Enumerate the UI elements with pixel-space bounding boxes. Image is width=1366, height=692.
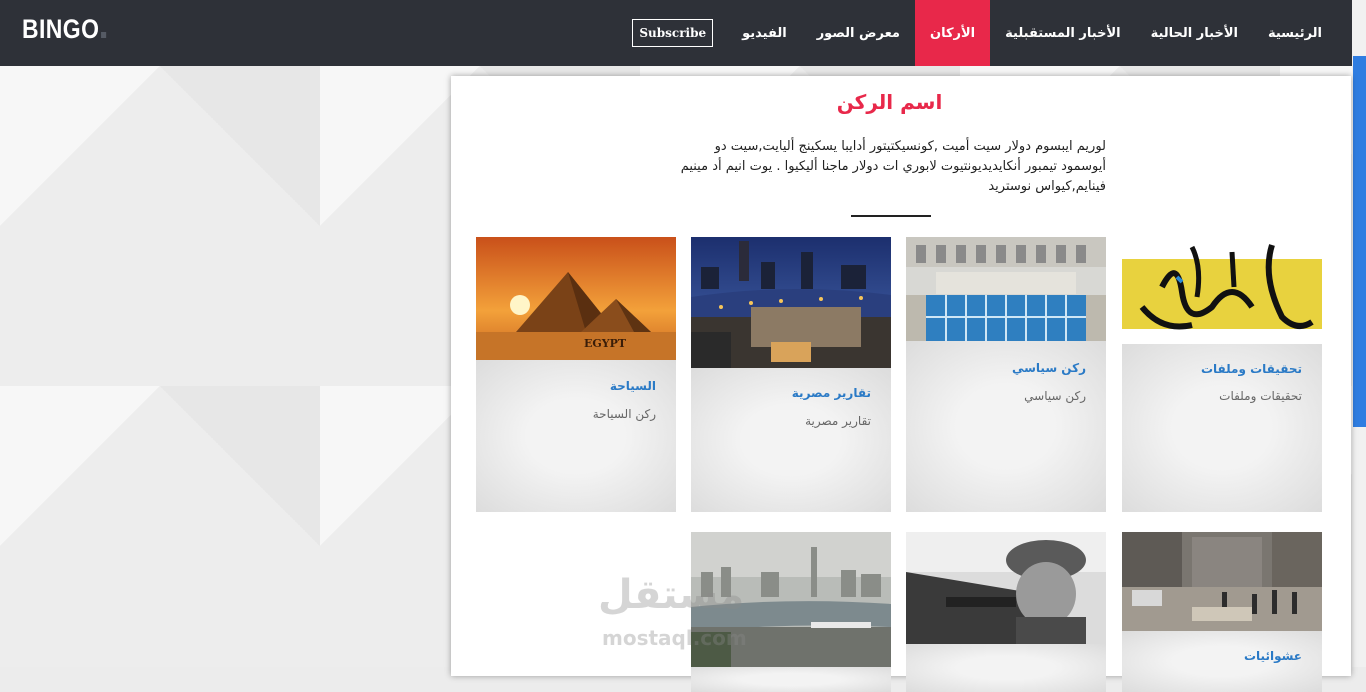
city-river-image [691, 532, 891, 667]
top-navbar: BINGO الرئيسية الأخبار الحالية الأخبار ا… [0, 0, 1352, 66]
section-description: لوريم ايبسوم دولار سيت أميت ,كونسيكتيتور… [680, 139, 1106, 194]
card-subtitle: ركن سياسي [1024, 389, 1086, 403]
card-history[interactable] [906, 532, 1106, 692]
nav-item-label: معرض الصور [816, 25, 900, 41]
brand-dot-icon [101, 32, 107, 38]
nile-night-image [691, 237, 891, 368]
subscribe-wrap: Subscribe [632, 0, 727, 66]
building-image [906, 237, 1106, 341]
card-body: عشوائيات [1122, 631, 1322, 692]
nav-menu: الرئيسية الأخبار الحالية الأخبار المستقب… [626, 0, 1352, 66]
card-body [691, 667, 891, 692]
card-body: تقارير مصرية تقارير مصرية [691, 368, 891, 512]
subscribe-button[interactable]: Subscribe [632, 19, 714, 47]
card-title[interactable]: ركن سياسي [1012, 361, 1086, 375]
card-egypt-reports[interactable]: تقارير مصرية تقارير مصرية [691, 237, 891, 512]
pyramids-image: EGYPT [476, 237, 676, 360]
card-body: السياحة ركن السياحة [476, 360, 676, 512]
nav-item-future-news[interactable]: الأخبار المستقبلية [990, 0, 1135, 66]
nav-item-corners[interactable]: الأركان [914, 0, 991, 66]
card-slums[interactable]: عشوائيات [1122, 532, 1322, 692]
nav-item-label: الأركان [929, 25, 976, 41]
nav-item-label: الأخبار الحالية [1150, 25, 1238, 41]
nav-item-label: الأخبار المستقبلية [1005, 25, 1121, 41]
card-body: تحقيقات وملفات تحقيقات وملفات [1122, 344, 1322, 512]
brand-name: BINGO [22, 14, 100, 44]
card-body: ركن سياسي ركن سياسي [906, 341, 1106, 512]
scrollbar-thumb[interactable] [1353, 56, 1366, 427]
page-scrollbar[interactable] [1352, 0, 1366, 667]
card-subtitle: تحقيقات وملفات [1219, 389, 1302, 403]
nav-item-current-news[interactable]: الأخبار الحالية [1136, 0, 1253, 66]
card-title[interactable]: تحقيقات وملفات [1201, 362, 1302, 376]
card-politics[interactable]: ركن سياسي ركن سياسي [906, 237, 1106, 512]
street-image [1122, 532, 1322, 631]
section-title: اسم الركن [836, 90, 943, 114]
soldier-image [906, 532, 1106, 644]
card-investigations[interactable]: تحقيقات وملفات تحقيقات وملفات [1122, 237, 1322, 512]
calligraphy-image [1122, 237, 1322, 344]
card-subtitle: تقارير مصرية [805, 414, 871, 428]
card-title[interactable]: عشوائيات [1244, 649, 1302, 663]
card-body [906, 644, 1106, 692]
nav-item-video[interactable]: الفيديو [727, 0, 802, 66]
title-divider [851, 215, 931, 217]
nav-item-label: الرئيسية [1267, 25, 1322, 41]
brand-logo[interactable]: BINGO [22, 14, 107, 45]
nav-item-label: الفيديو [742, 25, 787, 41]
card-title[interactable]: السياحة [610, 379, 656, 393]
card-title[interactable]: تقارير مصرية [792, 386, 871, 400]
nav-item-home[interactable]: الرئيسية [1253, 0, 1352, 66]
card-cairo[interactable] [691, 532, 891, 692]
nav-item-gallery[interactable]: معرض الصور [802, 0, 915, 66]
corners-panel: اسم الركن لوريم ايبسوم دولار سيت أميت ,ك… [451, 76, 1351, 692]
pyramids-caption: EGYPT [584, 337, 627, 350]
card-subtitle: ركن السياحة [592, 407, 656, 421]
card-tourism[interactable]: EGYPT السياحة ركن السياحة [476, 237, 676, 512]
